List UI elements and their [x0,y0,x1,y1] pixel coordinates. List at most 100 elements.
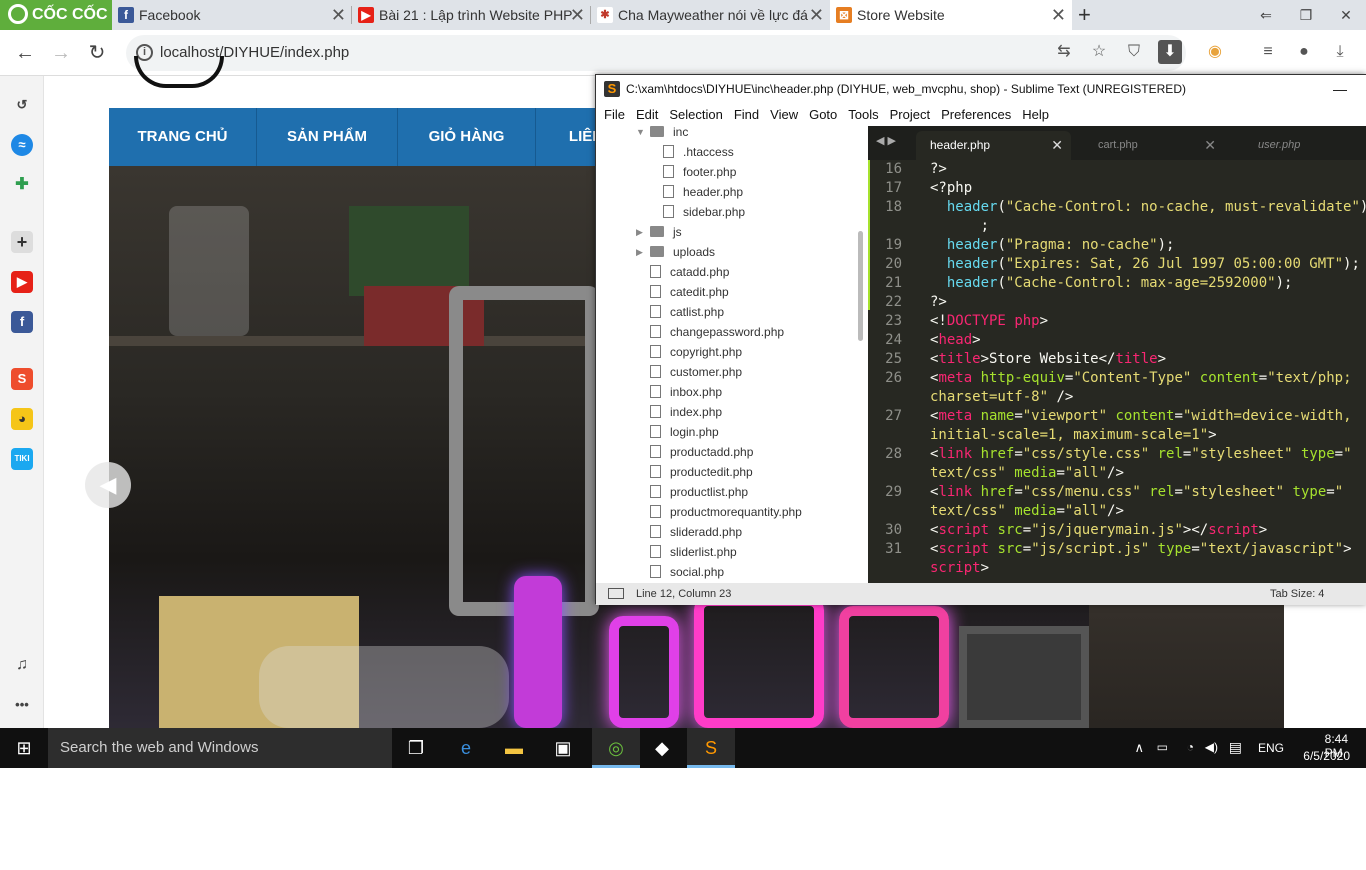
code-line[interactable]: header("Pragma: no-cache"); [930,236,1175,255]
editor-tab-header[interactable]: header.php ✕ [916,131,1071,160]
bookmark-star-icon[interactable]: ☆ [1087,40,1111,64]
downloads-icon[interactable]: ⤓ [1328,40,1352,64]
sublime-title-bar[interactable]: S C:\xam\htdocs\DIYHUE\inc\header.php (D… [596,75,1366,104]
menu-view[interactable]: View [770,107,798,122]
file-item[interactable]: sliderlist.php [650,542,737,562]
code-area[interactable]: ?> <?php header("Cache-Control: no-cache,… [930,160,1366,583]
close-tab-icon[interactable]: ✕ [1204,131,1216,160]
coccoc-logo[interactable]: CỐC CỐC [0,0,112,30]
sublime-taskbar-icon[interactable]: S [687,728,735,768]
new-tab-button[interactable]: + [1072,0,1102,30]
playlist-icon[interactable]: ≡ [1256,40,1280,64]
file-item[interactable]: changepassword.php [650,322,784,342]
profile-icon[interactable]: ● [1292,40,1316,64]
folder-inc[interactable]: ▼ inc [636,126,688,142]
code-line[interactable]: ; [930,217,989,236]
restore-icon[interactable]: ❐ [1286,0,1326,30]
close-window-icon[interactable]: ✕ [1326,0,1366,30]
task-view-icon[interactable]: ❐ [392,728,440,768]
close-tab-icon[interactable]: ✕ [1051,131,1063,160]
shield-icon[interactable]: ⛉ [1122,40,1146,64]
menu-help[interactable]: Help [1022,107,1049,122]
edge-icon[interactable]: e [442,728,490,768]
code-line[interactable]: <meta http-equiv="Content-Type" content=… [930,369,1352,388]
code-line[interactable]: ?> [930,293,947,312]
menu-cart[interactable]: GIỎ HÀNG [398,108,536,166]
file-item[interactable]: catadd.php [650,262,729,282]
menu-preferences[interactable]: Preferences [941,107,1011,122]
tray-expand-icon[interactable]: ∧ [1134,740,1144,756]
editor-tab-cart[interactable]: cart.php ✕ [1084,131,1224,160]
file-item[interactable]: productedit.php [650,462,753,482]
facebook-sidebar-icon[interactable]: f [11,311,33,333]
code-line[interactable]: <?php [930,179,972,198]
file-item[interactable]: index.php [650,402,722,422]
folder-uploads[interactable]: ▶ uploads [636,242,715,262]
youtube-sidebar-icon[interactable]: ▶ [11,271,33,293]
code-editor[interactable]: ◀ ▶ header.php ✕ cart.php ✕ user.php 16 17… [868,126,1366,583]
action-center-icon[interactable]: ▤ [1229,739,1242,756]
history-icon[interactable]: ↺ [11,94,33,116]
forward-icon[interactable]: → [46,38,76,68]
tiki-icon[interactable]: TIKI [11,448,33,470]
code-line[interactable]: <meta name="viewport" content="width=dev… [930,407,1352,426]
code-line[interactable]: <title>Store Website</title> [930,350,1166,369]
windows-start-icon[interactable]: ⊞ [0,728,48,768]
code-line[interactable]: header("Cache-Control: max-age=2592000")… [930,274,1293,293]
code-line[interactable]: <script src="js/script.js" type="text/ja… [930,540,1352,559]
menu-edit[interactable]: Edit [636,107,658,122]
download-icon[interactable]: ⬇ [1158,40,1182,64]
file-item[interactable]: .htaccess [663,142,734,162]
file-item[interactable]: productmorequantity.php [650,502,802,522]
code-line[interactable]: ?> [930,160,947,179]
tab-news[interactable]: ✱ Cha Mayweather nói về lực đá ✕ [591,0,830,30]
file-item[interactable]: slideradd.php [650,522,742,542]
game-icon[interactable]: ✚ [11,174,33,196]
clock-date[interactable]: 6/5/2020 [1303,749,1350,763]
code-line[interactable]: <script src="js/jquerymain.js"></script> [930,521,1267,540]
code-line[interactable]: <!DOCTYPE php> [930,312,1048,331]
file-item[interactable]: catedit.php [650,282,729,302]
restore-tabs-icon[interactable]: ⇐ [1246,0,1286,30]
tab-youtube[interactable]: ▶ Bài 21 : Lập trình Website PHP ✕ [352,0,591,30]
shopee-icon[interactable]: S [11,368,33,390]
code-line[interactable]: text/css" media="all"/> [930,502,1124,521]
code-line[interactable]: <head> [930,331,981,350]
file-item[interactable]: sidebar.php [663,202,745,222]
code-line[interactable]: header("Cache-Control: no-cache, must-re… [930,198,1366,217]
add-sidebar-icon[interactable]: + [11,231,33,253]
menu-file[interactable]: File [604,107,625,122]
wifi-icon[interactable]: ◔ [1187,740,1194,754]
reload-icon[interactable]: ↻ [82,38,112,68]
tab-size[interactable]: Tab Size: 4 [1270,583,1324,605]
url-field[interactable]: i localhost/DIYHUE/index.php [126,35,1186,71]
tab-store-website[interactable]: ⊠ Store Website ✕ [830,0,1072,30]
close-tab-icon[interactable]: ✕ [570,0,585,30]
taskbar-search[interactable]: Search the web and Windows [48,728,392,768]
close-tab-icon[interactable]: ✕ [331,0,346,30]
notification-bell-icon[interactable]: ♫ [11,654,33,676]
language-indicator[interactable]: ENG [1258,741,1284,755]
bird-game-icon[interactable]: ◕ [11,408,33,430]
extension-icon[interactable]: ◉ [1203,40,1227,64]
file-item[interactable]: productlist.php [650,482,748,502]
panel-toggle-icon[interactable] [608,588,624,599]
tab-nav-arrows-icon[interactable]: ◀ ▶ [876,134,896,147]
file-item[interactable]: customer.php [650,362,742,382]
menu-tools[interactable]: Tools [848,107,878,122]
tab-facebook[interactable]: f Facebook ✕ [112,0,352,30]
menu-project[interactable]: Project [890,107,930,122]
translate-icon[interactable]: ⇆ [1052,40,1076,64]
file-item[interactable]: login.php [650,422,719,442]
file-item[interactable]: social.php [650,562,724,582]
code-line[interactable]: text/css" media="all"/> [930,464,1124,483]
back-icon[interactable]: ← [10,38,40,68]
more-icon[interactable]: ••• [11,694,33,716]
coccoc-taskbar-icon[interactable]: ◎ [592,728,640,768]
file-item[interactable]: productadd.php [650,442,753,462]
code-line[interactable]: <link href="css/menu.css" rel="styleshee… [930,483,1343,502]
close-tab-icon[interactable]: ✕ [1051,0,1066,30]
messenger-icon[interactable]: ≈ [11,134,33,156]
slider-prev-button[interactable]: ◀ [85,462,131,508]
code-line[interactable]: script> [930,559,989,578]
